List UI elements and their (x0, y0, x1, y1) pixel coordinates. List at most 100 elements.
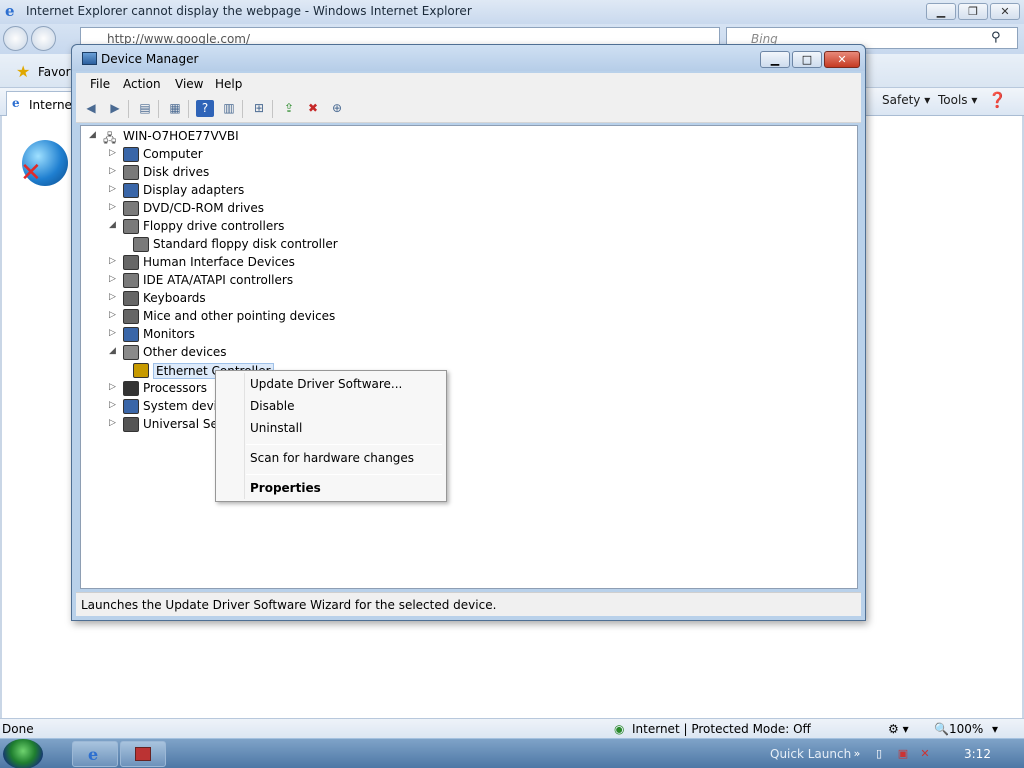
device-manager-window: Device Manager ▁ □ ✕ File Action View He… (71, 44, 866, 621)
safety-menu[interactable]: Safety ▾ (882, 93, 930, 107)
expand-arrow-icon[interactable]: ▷ (109, 274, 116, 284)
expand-arrow-icon[interactable]: ▷ (109, 400, 116, 410)
tree-label: Mice and other pointing devices (143, 309, 336, 323)
ie-window-title: Internet Explorer cannot display the web… (26, 4, 472, 18)
expand-arrow-icon[interactable]: ▷ (109, 310, 116, 320)
computer-root-icon: 🖧 (103, 131, 117, 145)
device-category-icon (123, 381, 139, 396)
update-driver-icon[interactable]: ⇪ (280, 100, 298, 117)
favorites-star-icon[interactable]: ★ (16, 62, 30, 81)
tree-label: DVD/CD-ROM drives (143, 201, 265, 215)
menu-uninstall[interactable]: Uninstall (250, 421, 302, 435)
tree-label: Display adapters (143, 183, 245, 197)
internet-zone-icon: ◉ (614, 722, 625, 736)
zoom-dropdown-icon[interactable]: ▾ (992, 722, 998, 736)
taskbar: e Quick Launch » ▯ ▣ ✕ 3:12 (0, 738, 1024, 768)
minimize-button[interactable]: ▁ (926, 3, 956, 20)
forward-button[interactable] (31, 26, 56, 51)
dm-close-button[interactable]: ✕ (824, 51, 860, 68)
dm-window-title: Device Manager (101, 52, 199, 66)
dm-status-text: Launches the Update Driver Software Wiza… (81, 598, 497, 612)
search-icon[interactable]: ⚲ (991, 30, 1001, 45)
ie-status-bar: Done ◉ Internet | Protected Mode: Off ⚙ … (0, 718, 1024, 738)
warning-device-icon (133, 363, 149, 378)
quick-launch-label[interactable]: Quick Launch (770, 747, 851, 761)
tree-label: Processors (143, 381, 208, 395)
tab-ie-icon: e (12, 96, 20, 110)
expand-arrow-icon[interactable]: ▷ (109, 184, 116, 194)
dm-title-bar: Device Manager ▁ □ ✕ (72, 45, 865, 71)
menu-view[interactable]: View (175, 77, 203, 91)
uninstall-icon[interactable]: ✖ (304, 100, 322, 117)
device-manager-taskbar-icon (135, 747, 151, 761)
tab-label: Internet (29, 98, 77, 112)
device-tree[interactable]: ◢ 🖧 WIN-O7HOE77VVBI ▷ Computer ▷ Disk drive… (80, 125, 858, 589)
dm-maximize-button[interactable]: □ (792, 51, 822, 68)
network-tray-icon[interactable]: ▣ (896, 747, 910, 761)
tree-label: IDE ATA/ATAPI controllers (143, 273, 294, 287)
tree-label: Human Interface Devices (143, 255, 295, 269)
browser-tab[interactable]: e Internet (6, 91, 77, 116)
restore-button[interactable]: ❐ (958, 3, 988, 20)
favorites-button[interactable]: Favori (38, 65, 74, 79)
device-category-icon (123, 309, 139, 324)
volume-muted-icon[interactable]: ✕ (918, 747, 932, 761)
taskbar-device-manager-button[interactable] (120, 741, 166, 767)
forward-arrow-icon[interactable]: ▶ (106, 100, 124, 117)
expand-arrow-icon[interactable]: ▷ (109, 382, 116, 392)
menu-update-driver[interactable]: Update Driver Software... (250, 377, 402, 391)
chevron-icon[interactable]: » (850, 747, 864, 761)
device-category-icon (123, 291, 139, 306)
expand-arrow-icon[interactable]: ▷ (109, 292, 116, 302)
menu-scan-hardware[interactable]: Scan for hardware changes (250, 451, 414, 465)
expand-arrow-icon[interactable]: ▷ (109, 418, 116, 428)
device-category-icon (123, 183, 139, 198)
device-category-icon (123, 399, 139, 414)
collapse-arrow-icon[interactable]: ◢ (89, 130, 96, 140)
menu-properties[interactable]: Properties (250, 481, 321, 495)
document-tray-icon[interactable]: ▯ (872, 747, 886, 761)
protected-mode-icon[interactable]: ⚙ ▾ (888, 722, 909, 736)
menu-file[interactable]: File (90, 77, 110, 91)
menu-help[interactable]: Help (215, 77, 242, 91)
device-category-icon (123, 201, 139, 216)
back-arrow-icon[interactable]: ◀ (82, 100, 100, 117)
security-zone[interactable]: Internet | Protected Mode: Off (632, 722, 811, 736)
back-button[interactable] (3, 26, 28, 51)
start-button[interactable] (3, 739, 43, 768)
expand-arrow-icon[interactable]: ▷ (109, 166, 116, 176)
device-category-icon (123, 345, 139, 360)
device-category-icon (123, 219, 139, 234)
dm-minimize-button[interactable]: ▁ (760, 51, 790, 68)
device-category-icon (123, 273, 139, 288)
expand-arrow-icon[interactable]: ▷ (109, 202, 116, 212)
status-text: Done (2, 722, 34, 736)
ie-title-bar: e Internet Explorer cannot display the w… (0, 0, 1024, 24)
expand-arrow-icon[interactable]: ▷ (109, 328, 116, 338)
action-pane-icon[interactable]: ▥ (220, 100, 238, 117)
zoom-level[interactable]: 100% (949, 722, 983, 736)
device-category-icon (123, 327, 139, 342)
device-category-icon (123, 165, 139, 180)
scan-hardware-icon[interactable]: ⊞ (250, 100, 268, 117)
close-button[interactable]: ✕ (990, 3, 1020, 20)
tree-root-label: WIN-O7HOE77VVBI (123, 129, 239, 143)
help-icon[interactable]: ❓ (988, 91, 1007, 109)
device-manager-icon (82, 52, 97, 65)
taskbar-ie-button[interactable]: e (72, 741, 118, 767)
collapse-arrow-icon[interactable]: ◢ (109, 346, 116, 356)
tree-label: Keyboards (143, 291, 206, 305)
context-menu: Update Driver Software... Disable Uninst… (215, 370, 447, 502)
menu-disable[interactable]: Disable (250, 399, 295, 413)
clock[interactable]: 3:12 (964, 747, 991, 761)
enable-device-icon[interactable]: ⊕ (328, 100, 346, 117)
expand-arrow-icon[interactable]: ▷ (109, 148, 116, 158)
show-hide-console-tree-icon[interactable]: ▤ (136, 100, 154, 117)
collapse-arrow-icon[interactable]: ◢ (109, 220, 116, 230)
expand-arrow-icon[interactable]: ▷ (109, 256, 116, 266)
error-globe-icon: ✕ (20, 140, 68, 186)
help-icon[interactable]: ? (196, 100, 214, 117)
menu-action[interactable]: Action (123, 77, 161, 91)
properties-icon[interactable]: ▦ (166, 100, 184, 117)
tools-menu[interactable]: Tools ▾ (938, 93, 977, 107)
